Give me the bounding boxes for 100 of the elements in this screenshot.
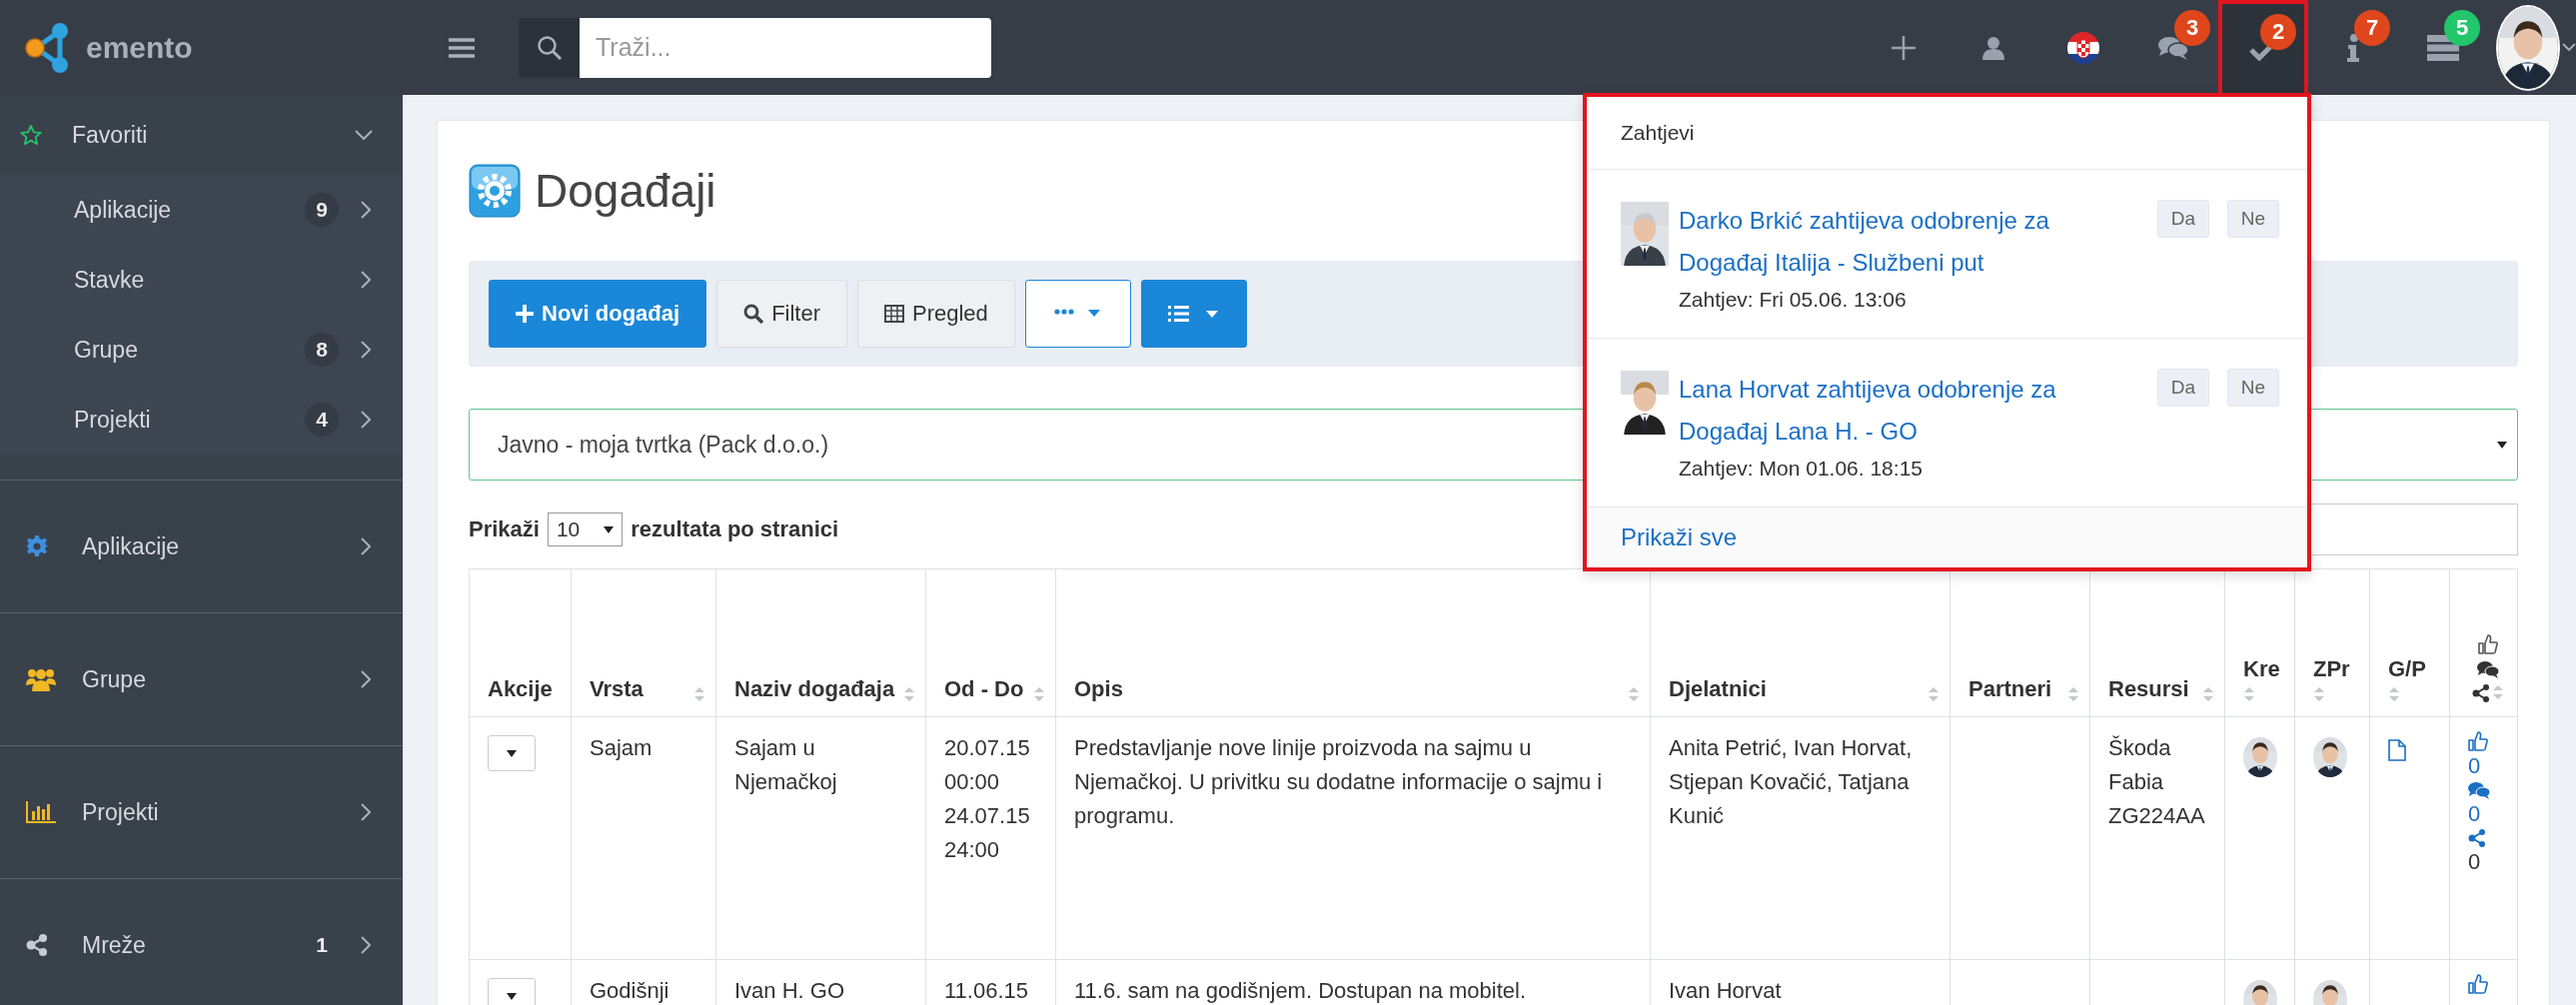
- search-field[interactable]: Traži...: [580, 17, 991, 78]
- file-icon[interactable]: [2388, 739, 2406, 761]
- sort-icon: [2313, 686, 2325, 702]
- caret-icon: [507, 992, 517, 1000]
- sidebar-item[interactable]: Grupe: [0, 613, 403, 746]
- dropdown-title: Zahtjevi: [1621, 121, 1695, 145]
- sidebar-item[interactable]: Stavke: [0, 245, 403, 315]
- table-cell: Godišnji: [590, 978, 669, 1003]
- count-label: 0: [2468, 800, 2481, 828]
- column-header: Partneri: [1968, 676, 2052, 702]
- flag-icon: [2066, 30, 2100, 65]
- sort-icon: [903, 686, 915, 702]
- plus-icon: [516, 305, 534, 323]
- chevron-right-icon: [361, 271, 371, 289]
- notification-badge: 5: [2444, 10, 2480, 46]
- sort-icon: [2067, 686, 2079, 702]
- column-header: Opis: [1074, 676, 1123, 702]
- sort-icon: [2202, 686, 2214, 702]
- sidebar-item[interactable]: Grupe 8: [0, 315, 403, 385]
- table-cell: Škoda Fabia ZG224AA: [2108, 735, 2205, 828]
- sidebar-item[interactable]: Aplikacije: [0, 481, 403, 613]
- search-icon: [536, 34, 563, 61]
- request-time: Zahtjev: Fri 05.06. 13:06: [1679, 288, 1908, 312]
- column-header: Djelatnici: [1669, 676, 1767, 702]
- sidebar-item[interactable]: Favoriti: [0, 95, 403, 175]
- sort-icon: [1033, 686, 1045, 702]
- count-label: 0: [2468, 752, 2481, 780]
- sidebar-item[interactable]: Aplikacije 9: [0, 175, 403, 245]
- share-icon: [26, 934, 48, 956]
- page-title: Događaji: [535, 164, 716, 218]
- caret-icon: [604, 525, 615, 533]
- chevron-right-icon: [361, 201, 371, 219]
- sidebar-label: Projekti: [82, 798, 160, 826]
- chevron-down-icon[interactable]: [2562, 43, 2576, 52]
- column-header: Kre: [2243, 656, 2280, 682]
- show-all-link[interactable]: Prikaži sve: [1621, 523, 1738, 551]
- notification-badge: 7: [2354, 10, 2390, 46]
- thumbs-up-icon: [2468, 974, 2488, 994]
- column-header: Od - Do: [944, 676, 1024, 702]
- search-icon: [743, 304, 764, 324]
- chevron-right-icon: [361, 411, 371, 429]
- table-cell: 11.06.15: [944, 978, 1028, 1003]
- info-icon: [2346, 33, 2360, 62]
- sidebar-label: Aplikacije: [74, 196, 173, 224]
- notification-badge: 3: [2174, 10, 2210, 46]
- share-icon: [2468, 829, 2486, 847]
- dropdown-button[interactable]: [1140, 280, 1247, 348]
- caret-icon: [507, 749, 517, 757]
- reject-button[interactable]: Ne: [2227, 369, 2279, 407]
- table-cell: 20.07.15 00:00 24.07.15 24:00: [944, 735, 1030, 862]
- chevron-right-icon: [361, 341, 371, 359]
- count-badge: 9: [305, 193, 339, 227]
- sort-icon: [693, 686, 705, 702]
- list-icon: [1167, 305, 1220, 323]
- users-icon: [26, 667, 56, 691]
- star-icon: [20, 124, 42, 146]
- count-badge: 8: [305, 333, 339, 367]
- request-link[interactable]: Darko Brkić zahtijeva odobrenje za Događaj Italija - Službeni put: [1679, 200, 2138, 284]
- reject-button[interactable]: Ne: [2227, 200, 2279, 238]
- sidebar-label: Grupe: [82, 665, 147, 693]
- chevron-right-icon: [361, 670, 371, 688]
- dropdown-button[interactable]: [1024, 280, 1131, 348]
- toolbar-button[interactable]: Filter: [716, 280, 847, 348]
- request-time: Zahtjev: Mon 01.06. 18:15: [1679, 457, 1924, 481]
- toolbar-button[interactable]: Pregled: [857, 280, 1015, 348]
- count-label: 0: [2468, 848, 2481, 876]
- count-label: 1: [315, 932, 329, 958]
- notification-badge: 2: [2260, 14, 2296, 50]
- table-cell: Ivan Horvat: [1669, 978, 1782, 1003]
- chevron-down-icon: [355, 130, 373, 140]
- table-cell: Sajam: [590, 735, 652, 760]
- sidebar-item[interactable]: Projekti 4: [0, 385, 403, 455]
- sort-icon: [2491, 684, 2504, 700]
- table-cell: Sajam u Njemačkoj: [734, 735, 837, 794]
- sidebar-label: Mreže: [82, 931, 147, 959]
- plus-icon: [1891, 34, 1917, 61]
- page-size-label: Prikaži: [469, 516, 540, 542]
- page-size-select[interactable]: 10: [547, 512, 624, 546]
- chevron-right-icon: [361, 537, 371, 555]
- chat-icon: [2468, 781, 2490, 799]
- sidebar-item[interactable]: Mreže 1: [0, 879, 403, 1005]
- row-actions-button[interactable]: [488, 978, 536, 1005]
- user-icon: [1982, 35, 2004, 60]
- sidebar-label: Aplikacije: [82, 532, 181, 560]
- approve-button[interactable]: Da: [2157, 200, 2209, 238]
- table-cell: Ivan H. GO: [734, 978, 845, 1003]
- table-icon: [884, 305, 904, 323]
- approve-button[interactable]: Da: [2157, 369, 2209, 407]
- column-header: Resursi: [2108, 676, 2189, 702]
- count-badge: 4: [305, 403, 339, 437]
- toolbar-button[interactable]: 7: [2308, 0, 2398, 95]
- column-header: Akcije: [488, 676, 553, 702]
- toolbar-button[interactable]: 2: [2218, 0, 2308, 95]
- sidebar-label: Stavke: [74, 266, 146, 294]
- table-cell: Anita Petrić, Ivan Horvat, Stjepan Kovačić, Tatjana Kunić: [1669, 735, 1913, 828]
- sidebar-label: Grupe: [74, 336, 139, 364]
- sidebar-item[interactable]: Projekti: [0, 746, 403, 879]
- sort-icon: [1628, 686, 1640, 702]
- caret-icon: [2497, 441, 2507, 449]
- toolbar-button[interactable]: Novi događaj: [489, 280, 707, 348]
